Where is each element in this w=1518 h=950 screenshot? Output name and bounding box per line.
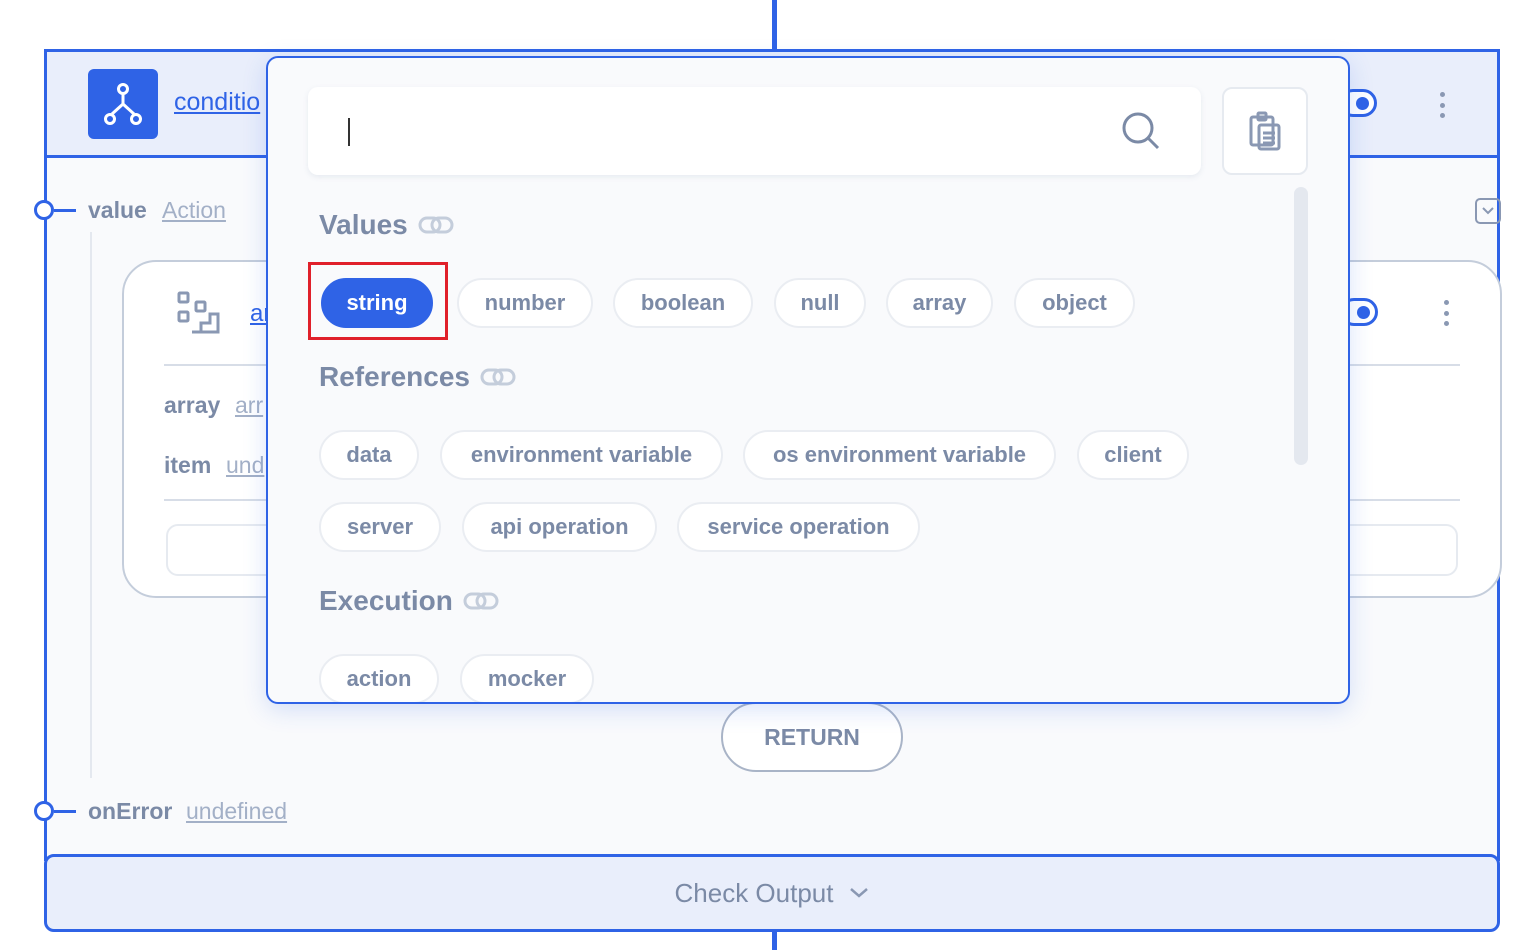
type-picker-popover: Values string number boolean null array … [266,56,1350,704]
value-port[interactable] [34,200,54,220]
values-section-title: Values [319,209,454,241]
array-node-more-icon[interactable] [1443,300,1449,326]
values-section-label: Values [319,209,408,240]
link-icon [463,592,499,610]
chip-environment-variable[interactable]: environment variable [440,430,723,480]
references-section-label: References [319,361,470,392]
onerror-label: onError [88,798,173,824]
type-search-input[interactable] [308,87,1201,175]
chevron-down-icon [850,888,869,898]
chevron-down-icon[interactable] [1475,198,1501,224]
link-icon [480,368,516,386]
array-field-label: array [164,392,221,418]
return-button[interactable]: RETURN [721,702,903,772]
item-field-label: item [164,452,212,478]
chip-boolean[interactable]: boolean [613,278,753,328]
array-field-link[interactable]: arr [235,392,263,419]
references-section-title: References [319,361,516,393]
chip-api-operation[interactable]: api operation [462,502,657,552]
node-more-icon[interactable] [1439,92,1445,118]
onerror-port[interactable] [34,801,54,821]
onerror-type-link[interactable]: undefined [186,798,287,825]
popover-scrollbar[interactable] [1294,187,1308,465]
value-guide-line [90,232,92,778]
chip-data[interactable]: data [319,430,419,480]
chip-service-operation[interactable]: service operation [677,502,920,552]
search-icon[interactable] [1121,111,1161,151]
chip-object[interactable]: object [1014,278,1135,328]
link-icon [418,216,454,234]
paste-button[interactable] [1222,87,1308,175]
array-blocks-icon [176,290,222,341]
top-connector [772,0,777,52]
chip-client[interactable]: client [1077,430,1189,480]
chip-action[interactable]: action [319,654,439,702]
chip-array[interactable]: array [886,278,993,328]
chip-null[interactable]: null [774,278,866,328]
check-output-button[interactable]: Check Output [44,854,1500,932]
selected-chip-highlight [308,262,448,340]
text-caret [348,118,350,146]
chip-server[interactable]: server [319,502,441,552]
item-field-link[interactable]: und [226,452,264,479]
chip-number[interactable]: number [457,278,593,328]
onerror-port-line [54,810,76,813]
clipboard-icon [1249,111,1281,151]
chip-os-environment-variable[interactable]: os environment variable [743,430,1056,480]
value-type-link[interactable]: Action [162,197,226,224]
execution-section-label: Execution [319,585,453,616]
value-port-line [54,209,76,212]
branch-icon [88,69,158,139]
bottom-connector [772,930,777,950]
condition-node-title[interactable]: conditio [174,88,260,117]
check-output-label: Check Output [674,877,834,908]
value-label: value [88,197,147,223]
execution-section-title: Execution [319,585,499,617]
chip-mocker[interactable]: mocker [460,654,594,702]
